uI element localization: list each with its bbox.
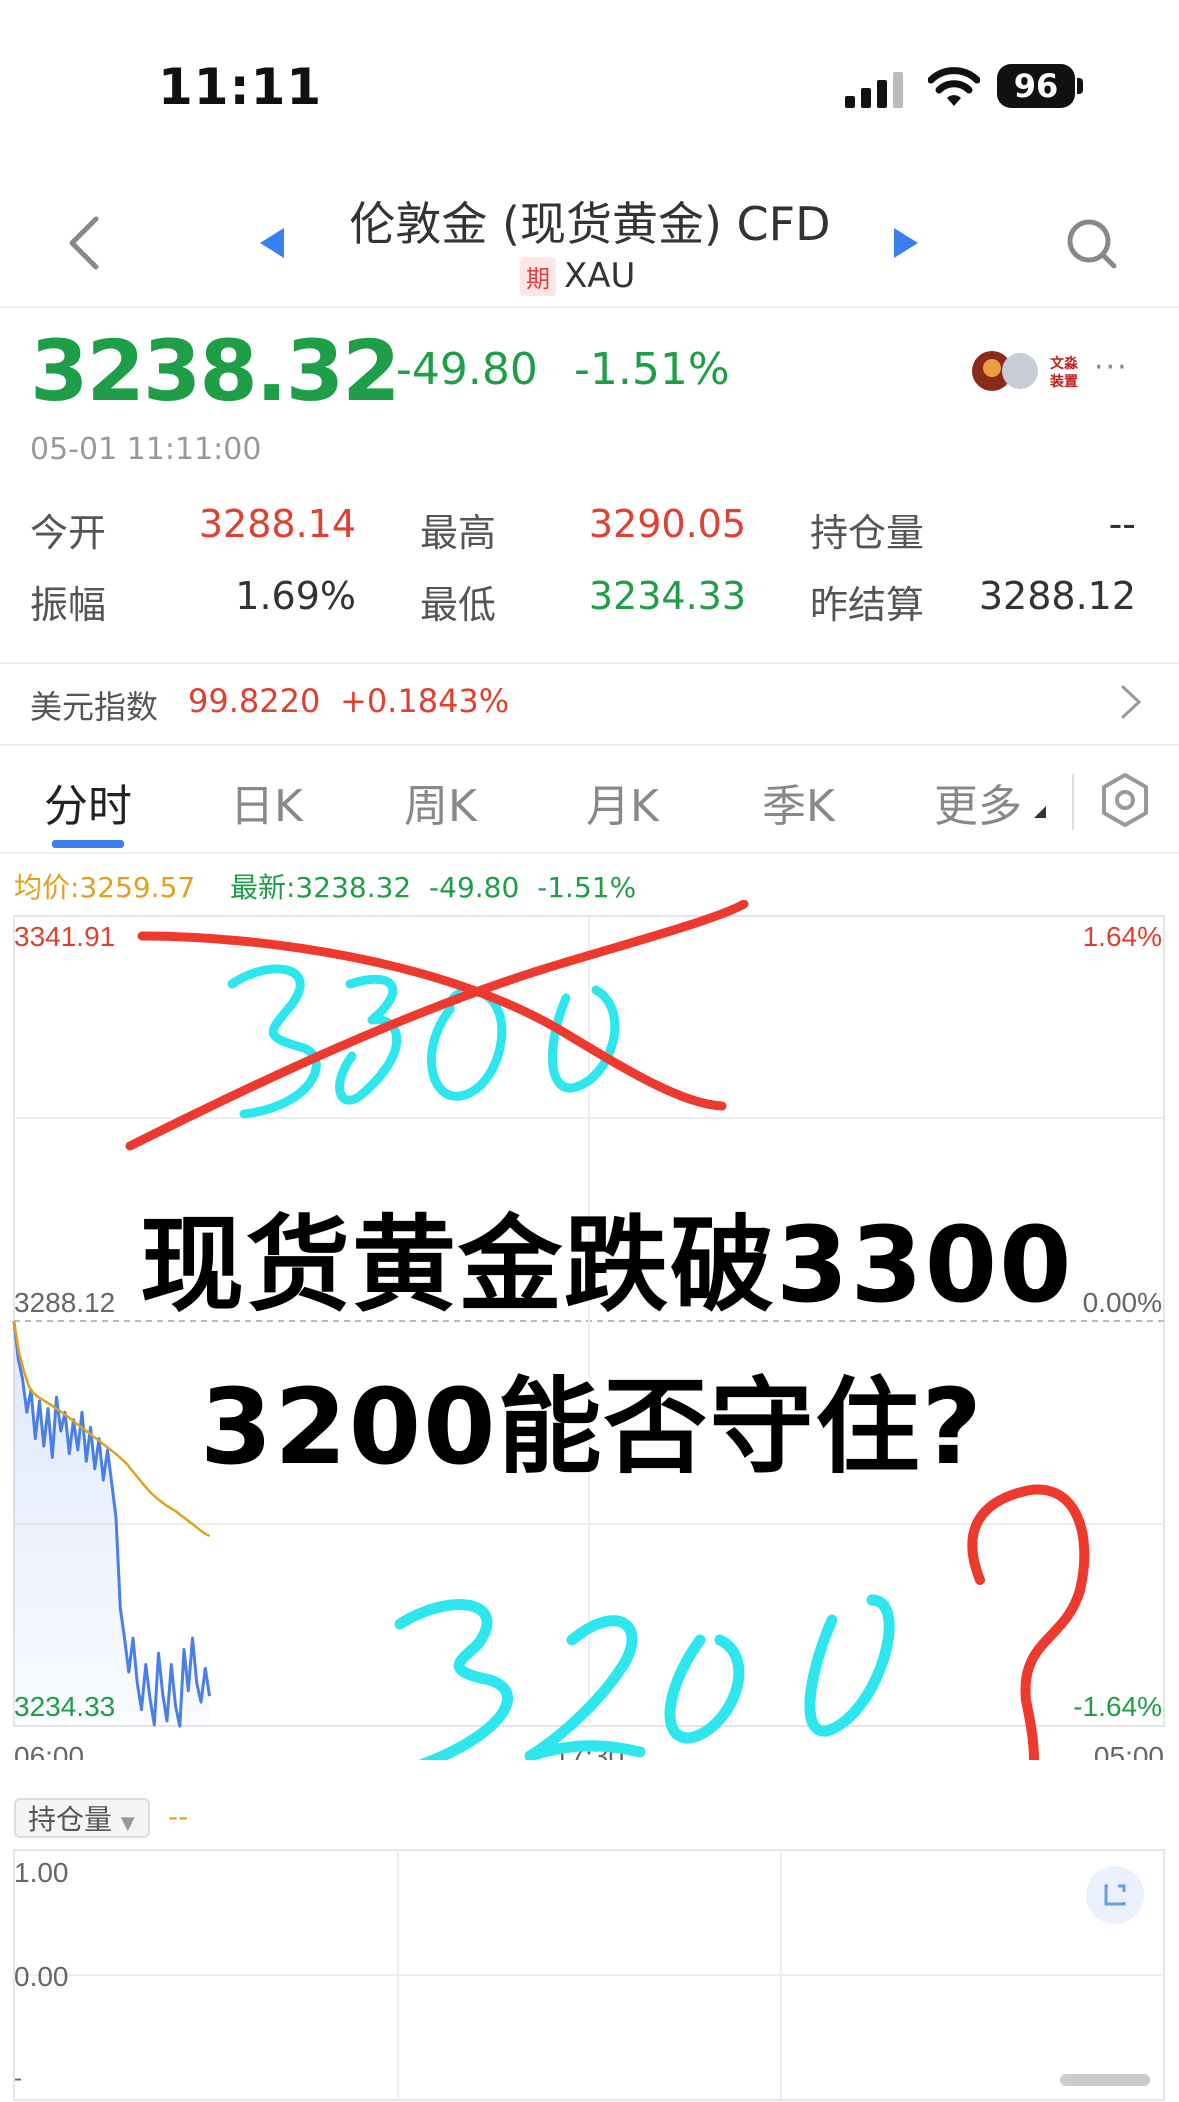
sub-chart-selector[interactable]: 持仓量 ▼ bbox=[14, 1798, 150, 1838]
search-icon[interactable] bbox=[1064, 216, 1120, 272]
community-avatars[interactable]: 文淼 装置 bbox=[970, 348, 1080, 394]
sub-y-bottom: - bbox=[14, 2065, 22, 2092]
page-title: 伦敦金 (现货黄金) CFD bbox=[349, 197, 831, 251]
x-tick-start: 06:00 bbox=[14, 1741, 84, 1760]
y-left-mid: 3288.12 bbox=[14, 1287, 115, 1318]
handwritten-3300 bbox=[227, 964, 620, 1119]
tab-separator bbox=[1072, 774, 1074, 830]
back-icon[interactable] bbox=[66, 215, 102, 271]
stat-label-low: 最低 bbox=[420, 583, 497, 627]
headline-line-1: 现货黄金跌破3300 bbox=[140, 1204, 1074, 1326]
stat-label-prev-settle: 昨结算 bbox=[810, 583, 925, 627]
stat-value-low: 3234.33 bbox=[588, 574, 746, 618]
quote-datetime: 05-01 11:11:00 bbox=[30, 432, 262, 467]
usd-index-row[interactable] bbox=[0, 662, 1179, 746]
usd-index-label: 美元指数 bbox=[30, 688, 159, 726]
sub-chart-value: -- bbox=[168, 1800, 189, 1833]
expand-icon bbox=[1104, 1884, 1126, 1906]
open-interest-chart: 1.00 0.00 - bbox=[13, 1849, 1165, 2101]
y-right-bottom: -1.64% bbox=[1073, 1691, 1162, 1722]
stat-value-open: 3288.14 bbox=[198, 502, 356, 546]
handwritten-3200 bbox=[394, 1594, 895, 1760]
battery-indicator: 96 bbox=[997, 64, 1075, 108]
avatar-badge-text: 文淼 bbox=[1050, 355, 1079, 371]
chevron-right-icon[interactable] bbox=[1120, 684, 1142, 720]
y-left-top: 3341.91 bbox=[14, 921, 115, 952]
red-question-mark bbox=[967, 1484, 1090, 1760]
wifi-icon bbox=[928, 67, 980, 106]
tab-quarterly-k[interactable]: 季K bbox=[762, 770, 835, 834]
stat-label-open: 今开 bbox=[30, 511, 107, 555]
next-instrument-icon[interactable] bbox=[892, 226, 920, 260]
headline-line-2: 3200能否守住? bbox=[200, 1366, 984, 1488]
y-left-bottom: 3234.33 bbox=[14, 1691, 115, 1722]
prev-instrument-icon[interactable] bbox=[258, 226, 286, 260]
sub-y-mid: 0.00 bbox=[14, 1961, 69, 1992]
battery-tip bbox=[1077, 78, 1083, 94]
tab-weekly-k[interactable]: 周K bbox=[404, 770, 477, 834]
tab-more[interactable]: 更多 bbox=[934, 770, 1022, 834]
tab-intraday[interactable]: 分时 bbox=[44, 770, 132, 834]
more-icon[interactable]: ··· bbox=[1094, 350, 1129, 385]
stat-label-high: 最高 bbox=[420, 511, 497, 555]
usd-index-value: 99.8220 bbox=[188, 682, 321, 720]
header-divider bbox=[0, 306, 1179, 308]
stat-value-amplitude: 1.69% bbox=[235, 574, 356, 618]
home-indicator bbox=[1060, 2074, 1150, 2086]
status-time: 11:11 bbox=[158, 58, 323, 116]
signal-icon bbox=[845, 72, 903, 108]
settings-icon[interactable] bbox=[1100, 772, 1150, 828]
tab-active-indicator bbox=[52, 840, 124, 848]
usd-index-change: +0.1843% bbox=[340, 682, 510, 720]
futures-tag: 期 bbox=[520, 256, 556, 296]
y-right-top: 1.64% bbox=[1083, 921, 1162, 952]
x-tick-end: 05:00 bbox=[1094, 1741, 1164, 1760]
avatar-badge-text-2: 装置 bbox=[1049, 373, 1078, 389]
current-price: 3238.32 bbox=[30, 322, 401, 420]
price-change: -49.80 bbox=[396, 344, 538, 395]
instrument-subtitle: 期 XAU bbox=[520, 256, 635, 296]
caret-down-icon bbox=[1034, 806, 1046, 818]
stat-value-open-interest: -- bbox=[1108, 502, 1136, 546]
sub-y-top: 1.00 bbox=[14, 1857, 69, 1888]
price-change-pct: -1.51% bbox=[574, 344, 730, 395]
tab-daily-k[interactable]: 日K bbox=[230, 770, 303, 834]
tabs-divider bbox=[0, 852, 1179, 854]
stat-value-high: 3290.05 bbox=[588, 502, 746, 546]
stat-value-prev-settle: 3288.12 bbox=[978, 574, 1136, 618]
stat-label-amplitude: 振幅 bbox=[30, 583, 107, 627]
chevron-down-icon: ▼ bbox=[120, 1813, 135, 1834]
sub-chart-selector-label: 持仓量 bbox=[28, 1803, 113, 1836]
tab-monthly-k[interactable]: 月K bbox=[586, 770, 659, 834]
expand-button[interactable] bbox=[1086, 1866, 1144, 1924]
stat-label-open-interest: 持仓量 bbox=[810, 511, 925, 555]
symbol-label: XAU bbox=[564, 256, 636, 296]
y-right-mid: 0.00% bbox=[1083, 1287, 1162, 1318]
